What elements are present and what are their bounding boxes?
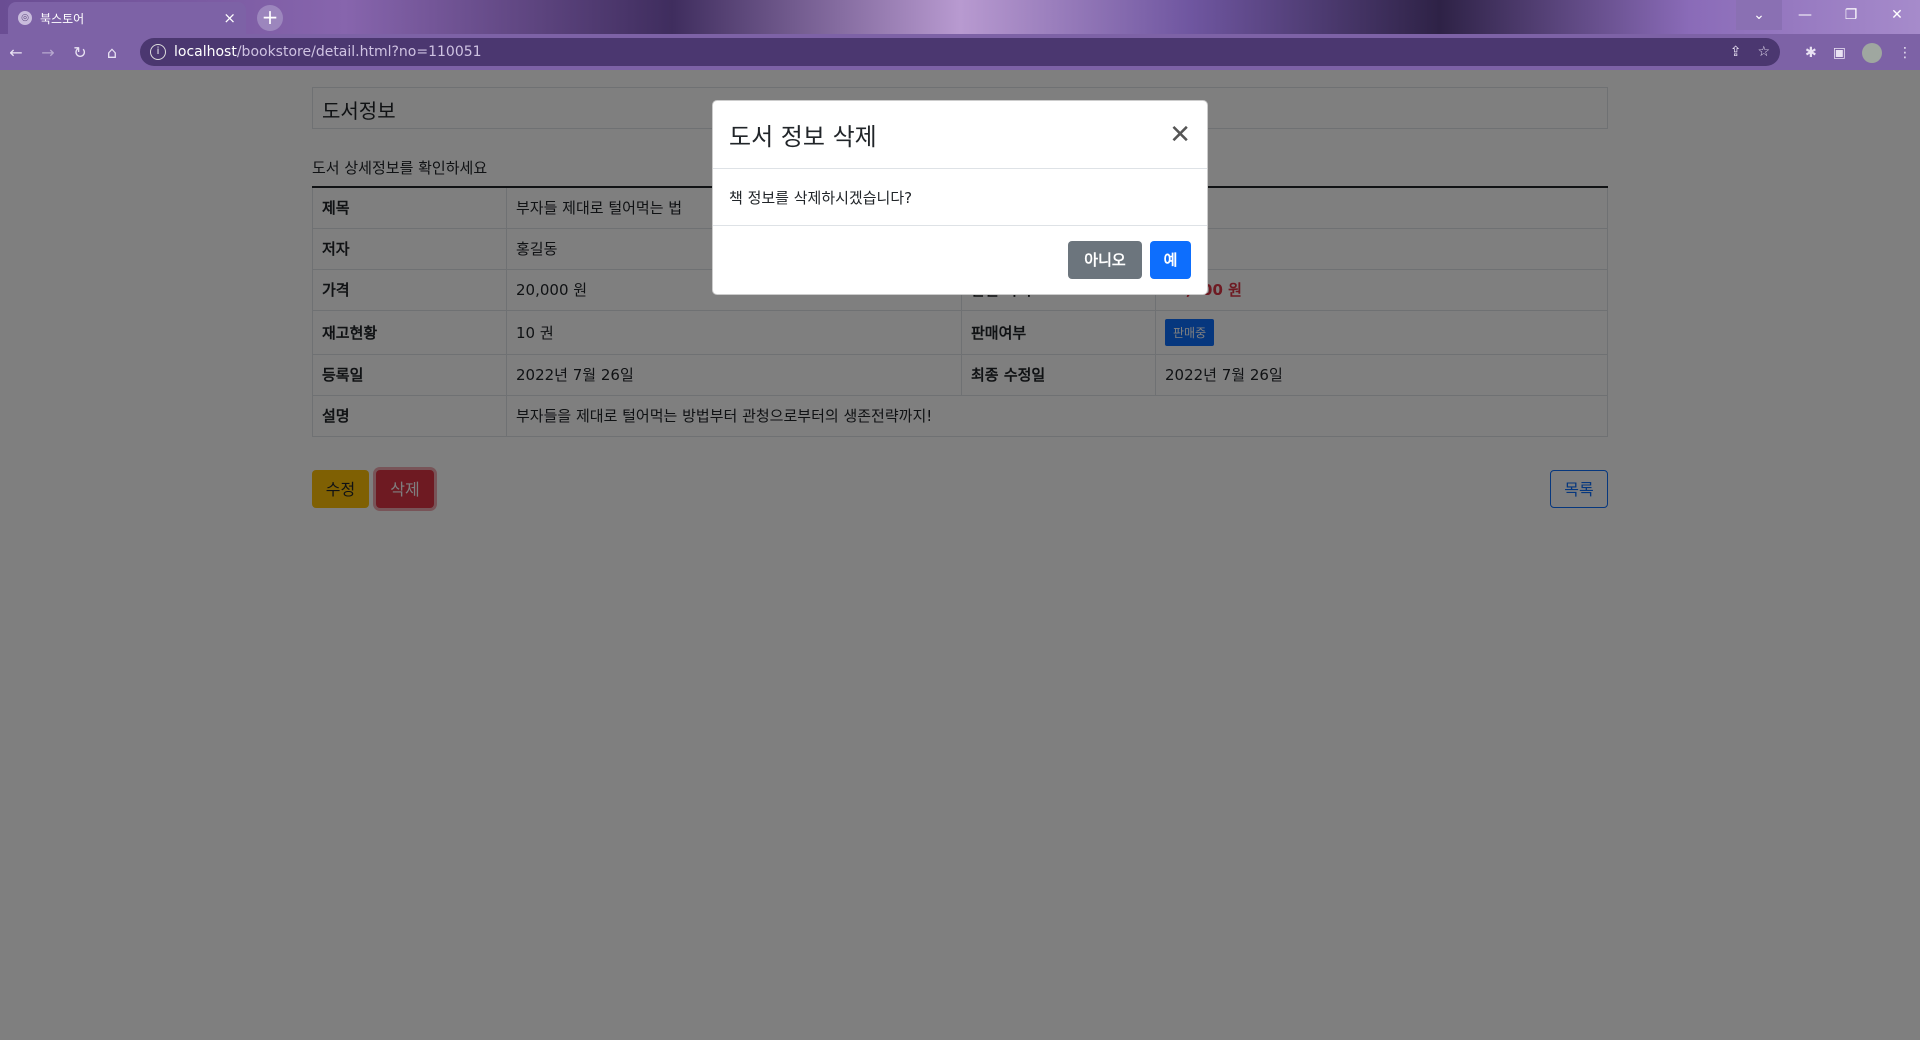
yes-button[interactable]: 예 bbox=[1150, 241, 1191, 279]
no-button[interactable]: 아니오 bbox=[1068, 241, 1142, 279]
globe-icon: ◎ bbox=[18, 11, 32, 25]
site-info-icon[interactable]: i bbox=[150, 44, 166, 60]
tab-search-icon[interactable]: ⌄ bbox=[1736, 0, 1782, 30]
modal-header: 도서 정보 삭제 ✕ bbox=[713, 101, 1207, 169]
tab-close-icon[interactable]: × bbox=[223, 9, 236, 27]
modal-title: 도서 정보 삭제 bbox=[729, 123, 877, 151]
browser-toolbar: ← → ↻ ⌂ i localhost/bookstore/detail.htm… bbox=[0, 34, 1920, 70]
modal-footer: 아니오 예 bbox=[713, 226, 1207, 294]
new-tab-button[interactable]: + bbox=[257, 5, 283, 31]
window-controls: ⌄ — ❐ ✕ bbox=[1736, 0, 1920, 30]
back-icon[interactable]: ← bbox=[0, 43, 32, 62]
forward-icon[interactable]: → bbox=[32, 43, 64, 62]
home-icon[interactable]: ⌂ bbox=[96, 43, 128, 62]
bookmark-star-icon[interactable]: ☆ bbox=[1757, 44, 1770, 60]
delete-confirm-modal: 도서 정보 삭제 ✕ 책 정보를 삭제하시겠습니다? 아니오 예 bbox=[712, 100, 1208, 295]
browser-tab[interactable]: ◎ 북스토어 × bbox=[8, 2, 246, 34]
reload-icon[interactable]: ↻ bbox=[64, 43, 96, 62]
window-close-icon[interactable]: ✕ bbox=[1874, 0, 1920, 30]
url-path: /bookstore/detail.html?no=110051 bbox=[236, 44, 482, 60]
side-panel-icon[interactable]: ▣ bbox=[1833, 45, 1846, 61]
extensions-icon[interactable]: ✱ bbox=[1805, 45, 1817, 61]
browser-tab-strip: ◎ 북스토어 × + ⌄ — ❐ ✕ bbox=[0, 0, 1920, 34]
address-bar[interactable]: i localhost/bookstore/detail.html?no=110… bbox=[140, 38, 1780, 66]
tab-title: 북스토어 bbox=[40, 11, 85, 26]
menu-kebab-icon[interactable]: ⋮ bbox=[1898, 45, 1912, 61]
modal-body: 책 정보를 삭제하시겠습니다? bbox=[713, 169, 1207, 226]
modal-close-icon[interactable]: ✕ bbox=[1169, 122, 1191, 148]
restore-icon[interactable]: ❐ bbox=[1828, 0, 1874, 30]
share-icon[interactable]: ⇪ bbox=[1730, 44, 1742, 60]
profile-avatar[interactable] bbox=[1862, 43, 1882, 63]
url-host: localhost bbox=[174, 44, 237, 60]
minimize-icon[interactable]: — bbox=[1782, 0, 1828, 30]
